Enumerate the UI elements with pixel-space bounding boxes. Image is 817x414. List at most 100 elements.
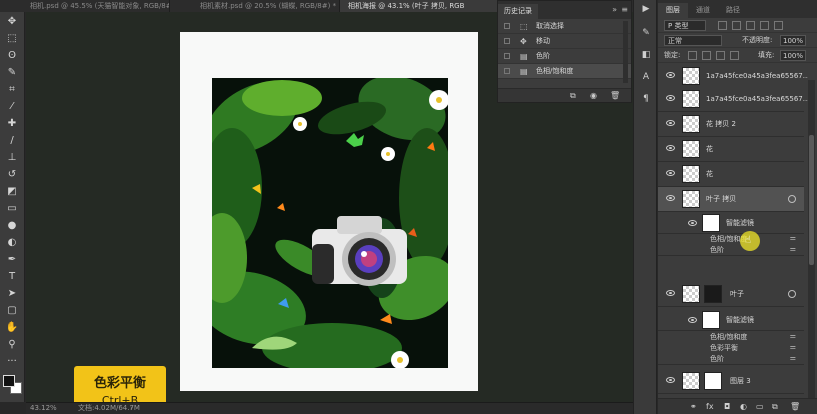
lock-all-icon[interactable] (730, 51, 739, 60)
history-scrollbar[interactable] (623, 21, 628, 83)
kind-filter-select[interactable]: P 类型 (664, 20, 706, 31)
trash-icon[interactable]: 🗑 (790, 402, 800, 411)
filter-options-icon[interactable]: ⚌ (790, 245, 796, 253)
eye-icon[interactable] (666, 95, 675, 101)
doc-tab-3[interactable]: 相机海报 @ 43.1% (叶子 拷贝, RGB (340, 0, 500, 12)
adjustments-panel-icon[interactable]: ◧ (640, 50, 652, 62)
brush-tool-icon[interactable]: / (5, 133, 19, 147)
history-panel-icon[interactable]: ▶ (640, 4, 652, 16)
more-tools-icon[interactable]: ··· (5, 354, 19, 368)
filter-name[interactable]: 色阶 (710, 354, 724, 365)
zoom-tool-icon[interactable]: ⚲ (5, 337, 19, 351)
layer-name[interactable]: 1a7a45fce0a45a3fea65567... (706, 64, 808, 89)
history-source-checkbox[interactable] (504, 38, 510, 44)
eye-icon[interactable] (666, 72, 675, 78)
history-item-selected[interactable]: ▤ 色相/饱和度 (498, 64, 631, 79)
history-tab[interactable]: 历史记录 (498, 4, 538, 19)
scrollbar-thumb[interactable] (809, 135, 814, 265)
eye-icon[interactable] (688, 220, 697, 226)
history-item[interactable]: ▤ 色阶 (498, 49, 631, 64)
snapshot-icon[interactable]: ◉ (590, 91, 597, 100)
path-selection-tool-icon[interactable]: ➤ (5, 286, 19, 300)
layer-row[interactable]: 花 (658, 137, 804, 162)
filter-name[interactable]: 色彩平衡 (710, 343, 738, 354)
lock-position-icon[interactable] (716, 51, 725, 60)
history-source-checkbox[interactable] (504, 68, 510, 74)
add-mask-icon[interactable]: ◘ (724, 402, 730, 411)
healing-brush-tool-icon[interactable]: ✚ (5, 116, 19, 130)
layer-row[interactable]: 花 (658, 162, 804, 187)
layer-name[interactable]: 花 (706, 162, 713, 187)
history-brush-tool-icon[interactable]: ↺ (5, 167, 19, 181)
filter-shape-icon[interactable] (760, 21, 769, 30)
layer-row-selected[interactable]: 叶子 拷贝 (658, 187, 804, 212)
eye-icon[interactable] (666, 290, 675, 296)
layer-row[interactable]: 1a7a45fce0a45a3fea65567... (658, 87, 808, 112)
smart-filter-label[interactable]: 智能滤镜 (726, 309, 754, 331)
gradient-tool-icon[interactable]: ▭ (5, 201, 19, 215)
type-tool-icon[interactable]: T (5, 269, 19, 283)
blend-mode-select[interactable]: 正常 (664, 35, 722, 46)
document-canvas[interactable] (180, 32, 478, 391)
marquee-tool-icon[interactable]: ⬚ (5, 31, 19, 45)
chevron-right-icon[interactable]: › (130, 403, 133, 414)
filter-row[interactable]: 色阶 ⚌ (658, 245, 804, 256)
paragraph-panel-icon[interactable]: ¶ (640, 94, 652, 106)
hand-tool-icon[interactable]: ✋ (5, 320, 19, 334)
eye-icon[interactable] (666, 170, 675, 176)
layer-name[interactable]: 叶子 (730, 282, 744, 307)
panel-menu-icon[interactable]: ≡ (621, 5, 628, 14)
filter-name[interactable]: 色阶 (710, 245, 724, 256)
clone-stamp-tool-icon[interactable]: ⊥ (5, 150, 19, 164)
smart-filter-row[interactable]: 智能滤镜 (658, 309, 804, 331)
filter-type-icon[interactable] (746, 21, 755, 30)
eye-icon[interactable] (666, 195, 675, 201)
eye-icon[interactable] (666, 120, 675, 126)
properties-panel-icon[interactable]: ✎ (640, 28, 652, 40)
tab-layers[interactable]: 图层 (658, 3, 688, 18)
layer-name[interactable]: 1a7a45fce0a45a3fea65567... (706, 87, 808, 112)
doc-tab-2[interactable]: 相机素材.psd @ 20.5% (蝴蝶, RGB/8#) *× (170, 0, 340, 12)
opacity-input[interactable]: 100% (780, 35, 807, 46)
filter-options-icon[interactable]: ⚌ (790, 234, 796, 242)
zoom-level[interactable]: 43.12% (30, 403, 57, 414)
new-layer-icon[interactable]: ⧉ (772, 402, 778, 412)
layer-name[interactable]: 花 拷贝 2 (706, 112, 736, 137)
adjustment-layer-icon[interactable]: ◐ (740, 402, 747, 411)
pen-tool-icon[interactable]: ✒ (5, 252, 19, 266)
filter-row[interactable]: 色阶 ⚌ (658, 354, 804, 365)
trash-icon[interactable]: 🗑 (610, 91, 620, 100)
layer-name[interactable]: 图层 3 (730, 369, 751, 394)
layer-row[interactable]: 1a7a45fce0a45a3fea65567... (658, 64, 808, 89)
blur-tool-icon[interactable]: ● (5, 218, 19, 232)
color-swatches[interactable] (3, 375, 23, 395)
lock-image-icon[interactable] (702, 51, 711, 60)
rectangle-tool-icon[interactable]: ▢ (5, 303, 19, 317)
filter-row[interactable]: 色相/饱和度 ⚌ (658, 234, 804, 245)
eye-icon[interactable] (666, 377, 675, 383)
history-item[interactable]: ⬚ 取消选择 (498, 19, 631, 34)
character-panel-icon[interactable]: A (640, 72, 652, 84)
filter-options-icon[interactable]: ⚌ (790, 354, 796, 362)
filter-options-icon[interactable]: ⚌ (790, 343, 796, 351)
lasso-tool-icon[interactable]: ʘ (5, 48, 19, 62)
magic-wand-tool-icon[interactable]: ✎ (5, 65, 19, 79)
layer-name[interactable]: 叶子 拷贝 (706, 187, 736, 212)
crop-tool-icon[interactable]: ⌗ (5, 82, 19, 96)
history-item[interactable]: ✥ 移动 (498, 34, 631, 49)
layer-row[interactable]: 叶子 (658, 282, 804, 307)
smart-filter-row[interactable]: 智能滤镜 (658, 212, 804, 234)
dodge-tool-icon[interactable]: ◐ (5, 235, 19, 249)
filter-pixel-icon[interactable] (718, 21, 727, 30)
link-layers-icon[interactable]: ⚭ (690, 402, 697, 411)
layer-row[interactable]: 花 拷贝 2 (658, 112, 804, 137)
fill-input[interactable]: 100% (780, 50, 807, 61)
layers-scrollbar[interactable] (808, 80, 815, 400)
filter-options-icon[interactable]: ⚌ (790, 332, 796, 340)
filter-row[interactable]: 色相/饱和度 ⚌ (658, 332, 804, 343)
history-source-checkbox[interactable] (504, 23, 510, 29)
new-group-icon[interactable]: ▭ (756, 402, 764, 411)
layer-name[interactable]: 花 (706, 137, 713, 162)
filter-row[interactable]: 色彩平衡 ⚌ (658, 343, 804, 354)
fx-icon[interactable]: fx (706, 402, 714, 411)
